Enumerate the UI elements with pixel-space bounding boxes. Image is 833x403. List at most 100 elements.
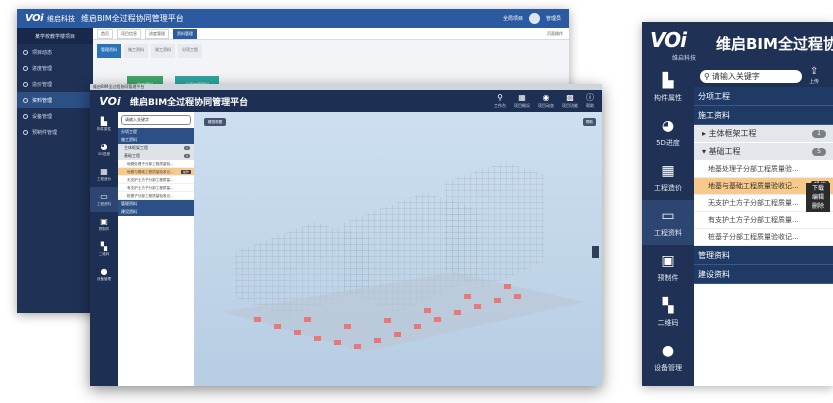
panel-leaf-4[interactable]: 桩基子分部工程质量验收记... <box>694 229 833 246</box>
panel-section-3[interactable]: 建设资料 <box>694 265 833 284</box>
delete-menu-item[interactable]: 删除 <box>806 202 830 211</box>
front-side-label: 设备管理 <box>97 277 111 281</box>
panel-logo: VOi <box>650 28 687 52</box>
avatar[interactable] <box>528 13 540 24</box>
device-icon <box>23 113 28 119</box>
panel-side-item-1[interactable]: ◕ 5D进度 <box>642 110 694 155</box>
back-nav-item-2[interactable]: 造价管理 <box>17 76 93 92</box>
panel-side-label: 二维码 <box>657 319 679 327</box>
folder-icon: ▭ <box>100 192 108 201</box>
back-nav-item-4[interactable]: 设备管理 <box>17 108 93 124</box>
back-nav-item-3[interactable]: 资料管理 <box>17 92 93 108</box>
operation-button[interactable]: 操作 <box>180 170 191 174</box>
back-nav-label: 资料管理 <box>32 97 53 104</box>
front-leaf-4[interactable]: 桩基子分部工程质量验收记... <box>118 192 194 200</box>
back-user-name[interactable]: 管理员 <box>546 15 561 22</box>
front-toolbar: ⚲ 工作台 ▦ 项目概况 ◉ 项目动态 ▩ 项目功能 ⓘ 帮助 <box>494 93 602 109</box>
panel-sub-1[interactable]: ▾ 基础工程 5 <box>694 143 833 161</box>
download-menu-item[interactable]: 下载 <box>806 184 830 193</box>
front-side-item-6[interactable]: ● 设备管理 <box>90 262 118 287</box>
building-model <box>224 162 584 352</box>
back-tabs: 首页 项目信息 进度管理 资料管理 页面操作 <box>93 28 569 40</box>
front-section-0[interactable]: 分项工程 <box>118 128 194 136</box>
back-tab-3[interactable]: 资料管理 <box>173 28 197 39</box>
panel-section-0[interactable]: 分项工程 <box>694 87 833 106</box>
building-block <box>444 182 484 287</box>
panel-leaf-0[interactable]: 地基处理子分部工程质量验... <box>694 161 833 178</box>
back-nav-label: 预制件管理 <box>32 129 58 136</box>
back-sidebar: 某学校教学楼项目 项目动态 进度管理 造价管理 资料管理 设备管理 预制件管理 <box>17 28 93 313</box>
panel-side-item-3[interactable]: ▭ 工程资料 <box>642 200 694 245</box>
front-tool-4[interactable]: ⓘ 帮助 <box>586 93 594 109</box>
panel-section-1[interactable]: 施工资料 <box>694 106 833 125</box>
view-cube[interactable] <box>592 246 599 258</box>
panel-side-label: 5D进度 <box>656 139 680 147</box>
back-subtab-1[interactable]: 施工资料 <box>124 44 148 58</box>
front-leaf-1[interactable]: 地基与基础工程质量验收记... 操作 <box>118 168 194 176</box>
back-tab-0[interactable]: 首页 <box>97 28 113 39</box>
panel-side-item-2[interactable]: ▦ 工程造价 <box>642 155 694 200</box>
front-sub-0[interactable]: 主体框架工程 1 <box>118 144 194 152</box>
upload-button[interactable]: ⇪ 上传 <box>809 66 819 85</box>
front-tool-label: 帮助 <box>586 103 594 108</box>
front-search-input[interactable]: 请输入关键字 <box>121 115 191 125</box>
search-input[interactable]: ⚲ 请输入关键字 <box>700 70 802 83</box>
model-viewport[interactable]: 模型视图 帮助 <box>194 112 602 386</box>
back-project-name[interactable]: 某学校教学楼项目 <box>17 28 93 44</box>
count-badge: 1 <box>184 146 190 150</box>
front-section-3[interactable]: 建设资料 <box>118 208 194 216</box>
context-menu: 下载 编辑 删除 <box>806 183 830 212</box>
front-side-item-1[interactable]: ◕ 5D进度 <box>90 137 118 162</box>
money-icon <box>23 81 28 87</box>
calculator-icon: ▦ <box>661 163 675 179</box>
front-side-item-0[interactable]: ▙ 构件属性 <box>90 112 118 137</box>
info-icon: ⓘ <box>586 93 594 102</box>
panel-leaf-3[interactable]: 有支护土方子分部工程质量... <box>694 212 833 229</box>
front-leaf-3[interactable]: 有支护土方子分部工程质量... <box>118 184 194 192</box>
back-company: 维启科技 <box>47 14 75 23</box>
back-tab-2[interactable]: 进度管理 <box>145 28 169 39</box>
front-sidebar: ▙ 构件属性 ◕ 5D进度 ▦ 工程造价 ▭ 工程资料 ▣ 预制件 ▚ 二维码 ● 设备管理 <box>90 112 118 386</box>
front-side-label: 二维码 <box>98 252 110 256</box>
front-section-2[interactable]: 管理资料 <box>118 200 194 208</box>
back-nav-item-5[interactable]: 预制件管理 <box>17 124 93 140</box>
front-tool-0[interactable]: ⚲ 工作台 <box>494 93 506 109</box>
panel-side-item-6[interactable]: ● 设备管理 <box>642 335 694 380</box>
pie-icon: ◕ <box>100 142 108 151</box>
front-side-item-3[interactable]: ▭ 工程资料 <box>90 187 118 212</box>
back-page-ops[interactable]: 页面操作 <box>547 31 569 37</box>
front-sub-1[interactable]: 基础工程 5 <box>118 152 194 160</box>
bars-icon: ▙ <box>662 73 674 89</box>
front-side-item-5[interactable]: ▚ 二维码 <box>90 237 118 262</box>
back-subtab-0[interactable]: 管理资料 <box>97 44 121 58</box>
info-icon: ● <box>661 343 675 359</box>
panel-side-item-5[interactable]: ▚ 二维码 <box>642 290 694 335</box>
back-subtab-2[interactable]: 竣工资料 <box>151 44 175 58</box>
back-tab-1[interactable]: 项目信息 <box>117 28 141 39</box>
target-icon: ◉ <box>542 93 550 102</box>
pie-icon: ◕ <box>661 118 675 134</box>
front-leaf-2[interactable]: 无支护土方子分部工程质量... <box>118 176 194 184</box>
edit-menu-item[interactable]: 编辑 <box>806 193 830 202</box>
panel-side-item-4[interactable]: ▣ 预制件 <box>642 245 694 290</box>
panel-section-2[interactable]: 管理资料 <box>694 246 833 265</box>
front-section-1[interactable]: 施工资料 <box>118 136 194 144</box>
upload-label: 上传 <box>809 79 820 85</box>
panel-side-item-0[interactable]: ▙ 构件属性 <box>642 65 694 110</box>
back-nav-item-1[interactable]: 进度管理 <box>17 60 93 76</box>
back-nav-item-0[interactable]: 项目动态 <box>17 44 93 60</box>
front-tool-3[interactable]: ▩ 项目功能 <box>562 93 578 109</box>
screenshot-stage: VOi 维启科技 维启BIM全过程协同管理平台 全局项目 管理员 某学校教学楼项… <box>0 0 833 403</box>
front-side-label: 预制件 <box>98 227 110 231</box>
back-global-project[interactable]: 全局项目 <box>503 15 523 22</box>
panel-sub-0[interactable]: ▸ 主体框架工程 1 <box>694 125 833 143</box>
back-subtab-3[interactable]: 分项工程 <box>178 44 202 58</box>
panel-header: VOi 维启科技 维启BIM全过程协 <box>642 22 833 65</box>
panel-side-label: 工程造价 <box>654 184 682 192</box>
front-leaf-0[interactable]: 地基处理子分部工程质量验... <box>118 160 194 168</box>
front-tool-1[interactable]: ▦ 项目概况 <box>514 93 530 109</box>
front-side-item-4[interactable]: ▣ 预制件 <box>90 212 118 237</box>
front-side-item-2[interactable]: ▦ 工程造价 <box>90 162 118 187</box>
front-tool-2[interactable]: ◉ 项目动态 <box>538 93 554 109</box>
panel-sub-label: 基础工程 <box>708 147 741 156</box>
